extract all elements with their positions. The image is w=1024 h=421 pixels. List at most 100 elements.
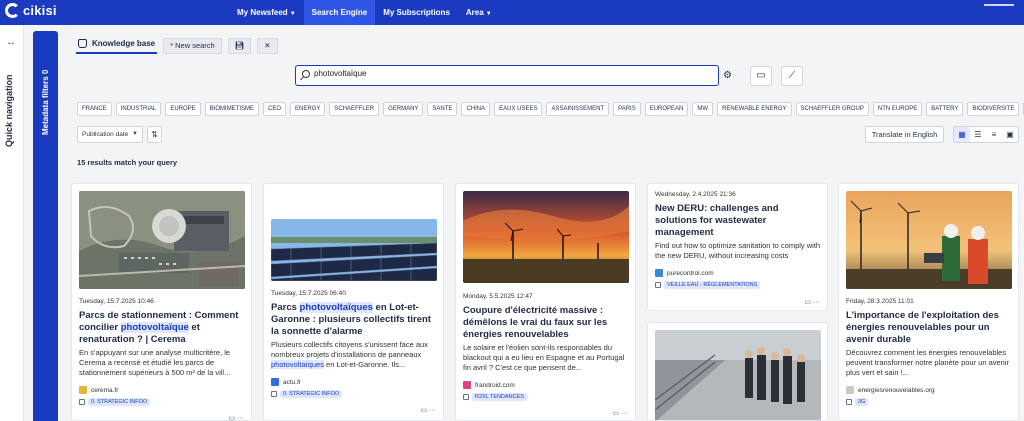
article-title[interactable]: Coupure d'électricité massive : démêlons… <box>463 305 629 341</box>
source-favicon-icon <box>271 378 279 386</box>
keyword-chip[interactable]: SANTE <box>427 102 458 116</box>
chart-icon: ⟋ <box>788 70 796 81</box>
keyword-chip[interactable]: NTN EUROPE <box>872 102 923 116</box>
keyword-chip[interactable]: BIOMIMETISME <box>204 102 260 116</box>
database-icon <box>78 39 87 48</box>
keyword-chip[interactable]: MW <box>692 102 714 116</box>
sort-direction-button[interactable]: ⇅ <box>147 126 162 143</box>
source-name: actu.fr <box>283 378 302 386</box>
article-source[interactable]: cerema.fr <box>79 386 118 394</box>
keyword-chip[interactable]: GERMANY <box>383 102 424 116</box>
search-highlight: photovoltaïques <box>299 302 373 313</box>
nav-label: Area <box>465 8 484 17</box>
article-tag[interactable]: 3G <box>846 398 869 406</box>
keyword-chip[interactable]: ENERGY <box>290 102 326 116</box>
metadata-filters-label: Metadata filters 0 <box>41 69 50 135</box>
tab-new-search[interactable]: * New search <box>163 37 222 54</box>
filter-settings-icon[interactable]: ⚙︎ <box>723 70 732 81</box>
keyword-chip[interactable]: RENEWABLE ENERGY <box>717 102 792 116</box>
search-box[interactable] <box>295 65 719 86</box>
open-book-button[interactable]: ▭ <box>750 66 772 86</box>
main-nav: My Newsfeed ▼ Search Engine My Subscripti… <box>229 0 500 25</box>
keyword-chip[interactable]: BATTERY <box>926 102 964 116</box>
search-icon <box>302 70 310 78</box>
article-source[interactable]: actu.fr <box>271 378 301 386</box>
tag-label: R2XL TENDANCES <box>472 393 527 401</box>
close-icon: ✕ <box>264 40 271 50</box>
tab-label: Knowledge base <box>92 39 156 48</box>
metadata-filters-rail[interactable]: Metadata filters 0 <box>33 31 58 421</box>
result-card[interactable] <box>647 322 828 421</box>
nav-label: My Newsfeed <box>237 8 288 17</box>
keyword-chip[interactable]: EUROPE <box>165 102 201 116</box>
keyword-chip[interactable]: CEO <box>263 102 287 116</box>
user-menu[interactable] <box>984 4 1014 6</box>
keyword-chip[interactable]: EAUX USEES <box>494 102 543 116</box>
card-actions[interactable]: ▭ ··· <box>420 406 436 414</box>
save-button[interactable]: 💾︎ <box>227 37 252 54</box>
nav-my-newsfeed[interactable]: My Newsfeed ▼ <box>229 0 304 25</box>
card-actions[interactable]: ▭ ··· <box>612 409 628 417</box>
nav-area[interactable]: Area ▼ <box>458 0 500 25</box>
article-title[interactable]: Parcs de stationnement : Comment concili… <box>79 310 245 346</box>
top-navigation-bar: cikisi My Newsfeed ▼ Search Engine My Sub… <box>0 0 1024 25</box>
tag-label: 3G <box>855 398 869 406</box>
list-detail-view-icon[interactable]: ☰ <box>970 127 986 142</box>
sort-selected-value: Publication date <box>82 131 129 138</box>
source-favicon-icon <box>846 386 854 394</box>
keyword-chip[interactable]: CHINA <box>461 102 491 116</box>
keyword-chip[interactable]: BIODIVERSITE <box>967 102 1020 116</box>
expand-arrows-icon[interactable]: ↔ <box>6 37 16 48</box>
result-card[interactable]: Friday, 28.3.2025 11:01 L'importance de … <box>838 183 1019 421</box>
keyword-chip[interactable]: INDUSTRIAL <box>115 102 162 116</box>
tag-label: VEILLE EAU - RÉGLEMENTATIONS <box>664 281 761 289</box>
article-tag[interactable]: 0. STRATEGIC INFOO <box>79 398 151 406</box>
folder-icon <box>655 282 661 288</box>
article-source[interactable]: frandroid.com <box>463 381 515 389</box>
article-tag[interactable]: R2XL TENDANCES <box>463 393 527 401</box>
keyword-chip[interactable]: ASSAINISSEMENT <box>546 102 610 116</box>
image-view-icon[interactable]: ▣ <box>1002 127 1018 142</box>
folder-icon <box>79 399 85 405</box>
result-card[interactable]: Tuesday, 15.7.2025 06:40 Parcs photovolt… <box>263 183 444 421</box>
app-logo[interactable]: cikisi <box>5 3 57 18</box>
sort-select[interactable]: Publication date ▼ <box>77 126 143 143</box>
article-date: Tuesday, 15.7.2025 10:46 <box>79 298 154 305</box>
article-tag[interactable]: 0. STRATEGIC INFOO <box>271 390 343 398</box>
list-view-icon[interactable]: ≡ <box>986 127 1002 142</box>
keyword-chip[interactable]: EUROPEAN <box>644 102 689 116</box>
article-title[interactable]: New DERU: challenges and solutions for w… <box>655 203 821 239</box>
tag-label: 0. STRATEGIC INFOO <box>88 398 151 406</box>
source-name: purecontrol.com <box>667 269 714 277</box>
search-highlight: photovoltaïques <box>271 360 324 369</box>
keyword-chip[interactable]: SCHAEFFLER <box>329 102 380 116</box>
keyword-chip[interactable]: PARIS <box>613 102 641 116</box>
card-actions[interactable]: ▭ ··· <box>228 414 244 420</box>
result-card[interactable]: Wednesday, 2.4.2025 21:36 New DERU: chal… <box>647 183 828 311</box>
close-tab-button[interactable]: ✕ <box>257 37 278 54</box>
keyword-chip[interactable]: FRANCE <box>77 102 112 116</box>
nav-my-subscriptions[interactable]: My Subscriptions <box>375 0 458 25</box>
grid-view-icon[interactable]: ▦ <box>954 127 970 142</box>
tab-knowledge-base[interactable]: Knowledge base <box>76 37 158 54</box>
article-source[interactable]: purecontrol.com <box>655 269 714 277</box>
search-highlight: photovoltaïque <box>120 322 189 333</box>
article-summary: Find out how to optimize sanitation to c… <box>655 241 821 260</box>
article-title[interactable]: L'importance de l'exploitation des énerg… <box>846 310 1012 346</box>
tag-label: 0. STRATEGIC INFOO <box>280 390 343 398</box>
card-actions[interactable]: ▭ ··· <box>804 298 820 306</box>
folder-icon <box>463 394 469 400</box>
result-card[interactable]: Monday, 5.5.2025 12:47 Coupure d'électri… <box>455 183 636 421</box>
keyword-chip[interactable]: SCHAEFFLER GROUP <box>795 102 869 116</box>
article-tag[interactable]: VEILLE EAU - RÉGLEMENTATIONS <box>655 281 761 289</box>
nav-search-engine[interactable]: Search Engine <box>303 0 376 25</box>
search-input[interactable] <box>314 69 704 78</box>
result-card[interactable]: Tuesday, 15.7.2025 10:46 Parcs de statio… <box>71 183 252 421</box>
article-title[interactable]: Parcs photovoltaïques en Lot-et-Garonne … <box>271 302 437 338</box>
analytics-button[interactable]: ⟋ <box>781 66 803 86</box>
source-favicon-icon <box>463 381 471 389</box>
chevron-down-icon: ▼ <box>289 11 296 17</box>
article-source[interactable]: energiesrenouvelables.org <box>846 386 935 394</box>
translate-button[interactable]: Translate in English <box>865 126 944 143</box>
quick-navigation-rail[interactable]: ↔ Quick navigation <box>0 25 24 421</box>
